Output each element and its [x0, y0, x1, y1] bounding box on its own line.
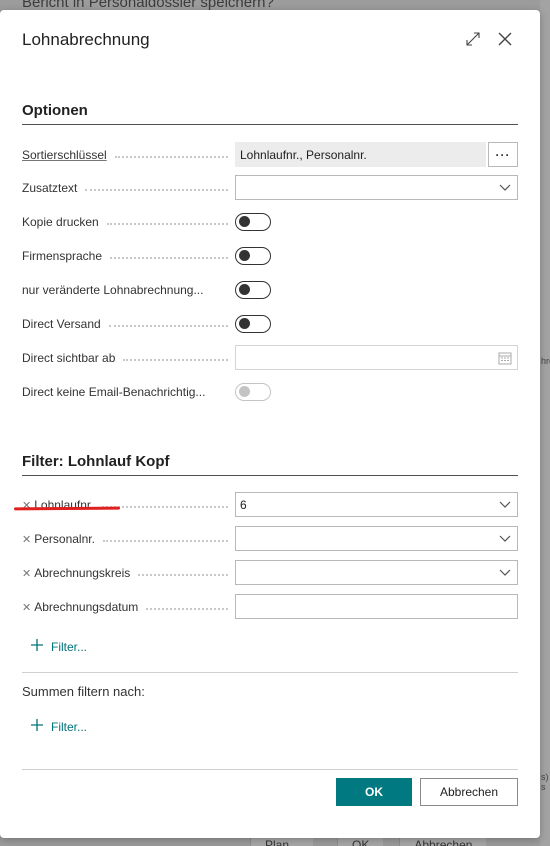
label-leader-dots	[108, 325, 228, 327]
direct-keine-email-toggle	[235, 383, 271, 401]
direct-sichtbar-ab-date-field	[235, 345, 518, 370]
field-label: Firmensprache	[22, 249, 234, 263]
direct-keine-email-label: Direct keine Email-Benachrichtig...	[22, 385, 206, 399]
field-row-direct-keine-email: Direct keine Email-Benachrichtig...	[22, 380, 518, 404]
firmensprache-label: Firmensprache	[22, 249, 103, 263]
field-row-nur-veraenderte: nur veränderte Lohnabrechnung...	[22, 278, 518, 302]
label-leader-dots	[106, 223, 228, 225]
chevron-down-icon	[499, 498, 511, 513]
label-leader-dots	[138, 574, 228, 576]
remove-filter-icon[interactable]: ✕	[22, 533, 31, 546]
nur-veraenderte-label: nur veränderte Lohnabrechnung...	[22, 283, 204, 297]
field-row-zusatztext: Zusatztext	[22, 175, 518, 200]
close-icon[interactable]	[496, 30, 514, 48]
field-label: ✕ Personalnr.	[22, 532, 234, 546]
sortierschluessel-field: Lohnlaufnr., Personalnr.	[235, 142, 486, 167]
label-leader-dots	[101, 506, 228, 508]
sortierschluessel-assist-button[interactable]: ···	[488, 142, 518, 167]
chevron-down-icon	[499, 566, 511, 581]
personalnr-label: Personalnr.	[34, 532, 95, 546]
section-divider	[22, 672, 518, 673]
add-filter-link-summen[interactable]: Filter...	[30, 718, 87, 735]
field-label: nur veränderte Lohnabrechnung...	[22, 283, 234, 297]
lohnlaufnr-value: 6	[240, 497, 247, 512]
lohnlaufnr-dropdown[interactable]: 6	[235, 492, 518, 517]
toggle-knob	[239, 250, 250, 261]
firmensprache-toggle[interactable]	[235, 247, 271, 265]
abrechnungskreis-label: Abrechnungskreis	[34, 566, 131, 580]
dialog-title: Lohnabrechnung	[22, 30, 150, 49]
label-leader-dots	[146, 608, 228, 610]
filter-row-lohnlaufnr: ✕ Lohnlaufnr. 6	[22, 492, 518, 517]
plus-icon	[30, 638, 44, 655]
direct-sichtbar-ab-label: Direct sichtbar ab	[22, 351, 116, 365]
add-filter-link-kopf[interactable]: Filter...	[30, 638, 87, 655]
abrechnungskreis-dropdown[interactable]	[235, 560, 518, 585]
field-row-direct-sichtbar-ab: Direct sichtbar ab	[22, 345, 518, 370]
nur-veraenderte-toggle[interactable]	[235, 281, 271, 299]
filter-row-abrechnungsdatum: ✕ Abrechnungsdatum	[22, 594, 518, 619]
abrechnungsdatum-label: Abrechnungsdatum	[34, 600, 139, 614]
toggle-knob	[239, 284, 250, 295]
filter-row-abrechnungskreis: ✕ Abrechnungskreis	[22, 560, 518, 585]
cancel-button[interactable]: Abbrechen	[420, 778, 518, 806]
remove-filter-icon[interactable]: ✕	[22, 601, 31, 614]
field-label: Sortierschlüssel	[22, 148, 234, 162]
add-filter-label: Filter...	[51, 639, 88, 654]
background-edge-text: s) s	[541, 772, 549, 792]
toggle-knob	[239, 386, 250, 397]
field-label: Kopie drucken	[22, 215, 234, 229]
expand-icon[interactable]	[464, 30, 482, 48]
kopie-drucken-toggle[interactable]	[235, 213, 271, 231]
label-leader-dots	[102, 540, 228, 542]
abrechnungsdatum-input[interactable]	[235, 594, 518, 619]
direct-versand-label: Direct Versand	[22, 317, 101, 331]
toggle-knob	[239, 318, 250, 329]
footer-divider	[22, 769, 518, 770]
field-label: Direct keine Email-Benachrichtig...	[22, 385, 234, 399]
toggle-knob	[239, 216, 250, 227]
remove-filter-icon[interactable]: ✕	[22, 567, 31, 580]
sortierschluessel-value: Lohnlaufnr., Personalnr.	[240, 147, 367, 162]
section-title-filter-lohnlauf-kopf: Filter: Lohnlauf Kopf	[22, 453, 170, 470]
kopie-drucken-label: Kopie drucken	[22, 215, 99, 229]
field-label: ✕ Abrechnungsdatum	[22, 600, 234, 614]
dialog-window-controls	[464, 30, 514, 48]
summen-filter-label: Summen filtern nach:	[22, 684, 145, 699]
filter-row-personalnr: ✕ Personalnr.	[22, 526, 518, 551]
calendar-icon	[498, 351, 512, 368]
field-label: Zusatztext	[22, 181, 234, 195]
chevron-down-icon	[499, 532, 511, 547]
label-leader-dots	[85, 189, 228, 191]
section-title-optionen: Optionen	[22, 102, 88, 119]
add-filter-label: Filter...	[51, 719, 88, 734]
section-divider	[22, 475, 518, 476]
sortierschluessel-label[interactable]: Sortierschlüssel	[22, 148, 107, 162]
section-divider	[22, 124, 518, 125]
chevron-down-icon	[499, 181, 511, 196]
field-label: Direct sichtbar ab	[22, 351, 234, 365]
report-request-dialog: Lohnabrechnung Optionen Sortierschlüssel…	[0, 10, 540, 838]
field-row-kopie-drucken: Kopie drucken	[22, 210, 518, 234]
field-row-direct-versand: Direct Versand	[22, 312, 518, 336]
zusatztext-dropdown[interactable]	[235, 175, 518, 200]
label-leader-dots	[110, 257, 228, 259]
background-strip	[540, 0, 550, 846]
direct-versand-toggle[interactable]	[235, 315, 271, 333]
zusatztext-label: Zusatztext	[22, 181, 78, 195]
ok-button[interactable]: OK	[336, 778, 412, 806]
field-row-firmensprache: Firmensprache	[22, 244, 518, 268]
label-leader-dots	[114, 156, 228, 158]
field-row-sortierschluessel: Sortierschlüssel Lohnlaufnr., Personalnr…	[22, 142, 518, 167]
background-edge-text: hre	[541, 356, 550, 366]
field-label: ✕ Abrechnungskreis	[22, 566, 234, 580]
field-label: Direct Versand	[22, 317, 234, 331]
label-leader-dots	[123, 359, 228, 361]
plus-icon	[30, 718, 44, 735]
personalnr-dropdown[interactable]	[235, 526, 518, 551]
